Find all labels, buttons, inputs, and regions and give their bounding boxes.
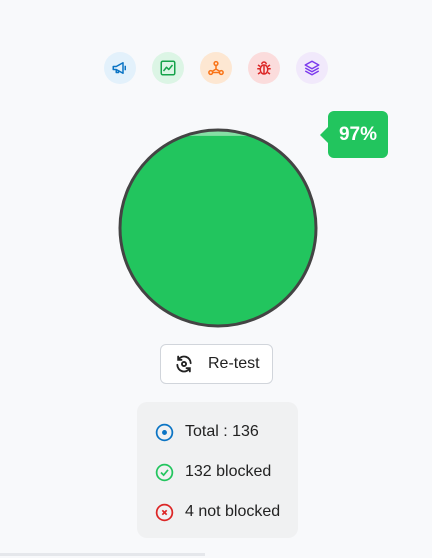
network-button[interactable]	[200, 52, 232, 84]
layers-button[interactable]	[296, 52, 328, 84]
megaphone-icon	[112, 62, 126, 74]
stat-blocked-label: 132 blocked	[185, 463, 272, 480]
megaphone-button[interactable]	[104, 52, 136, 84]
retest-button[interactable]: Re-test	[160, 344, 273, 384]
category-toolbar	[0, 52, 432, 84]
layers-icon	[304, 60, 320, 76]
target-icon	[155, 423, 174, 441]
network-icon	[208, 60, 224, 76]
chart-icon	[160, 60, 176, 76]
retest-label: Re-test	[208, 355, 260, 372]
x-circle-icon	[155, 503, 174, 521]
blocked-percentage-gauge	[117, 127, 319, 329]
stat-not-blocked-label: 4 not blocked	[185, 503, 281, 520]
stat-total: Total : 136	[154, 412, 298, 452]
percent-badge: 97%	[320, 111, 388, 158]
bug-icon	[257, 61, 271, 75]
stat-blocked: 132 blocked	[154, 452, 298, 492]
stat-total-label: Total : 136	[185, 423, 259, 440]
horizontal-scrollbar[interactable]	[0, 553, 205, 556]
stat-not-blocked: 4 not blocked	[154, 492, 298, 532]
bug-button[interactable]	[248, 52, 280, 84]
gauge-fill	[120, 135, 316, 326]
refresh-icon	[176, 355, 192, 373]
check-circle-icon	[155, 463, 174, 481]
chart-button[interactable]	[152, 52, 184, 84]
stats-panel: Total : 136 132 blocked 4 not blocked	[137, 402, 298, 538]
